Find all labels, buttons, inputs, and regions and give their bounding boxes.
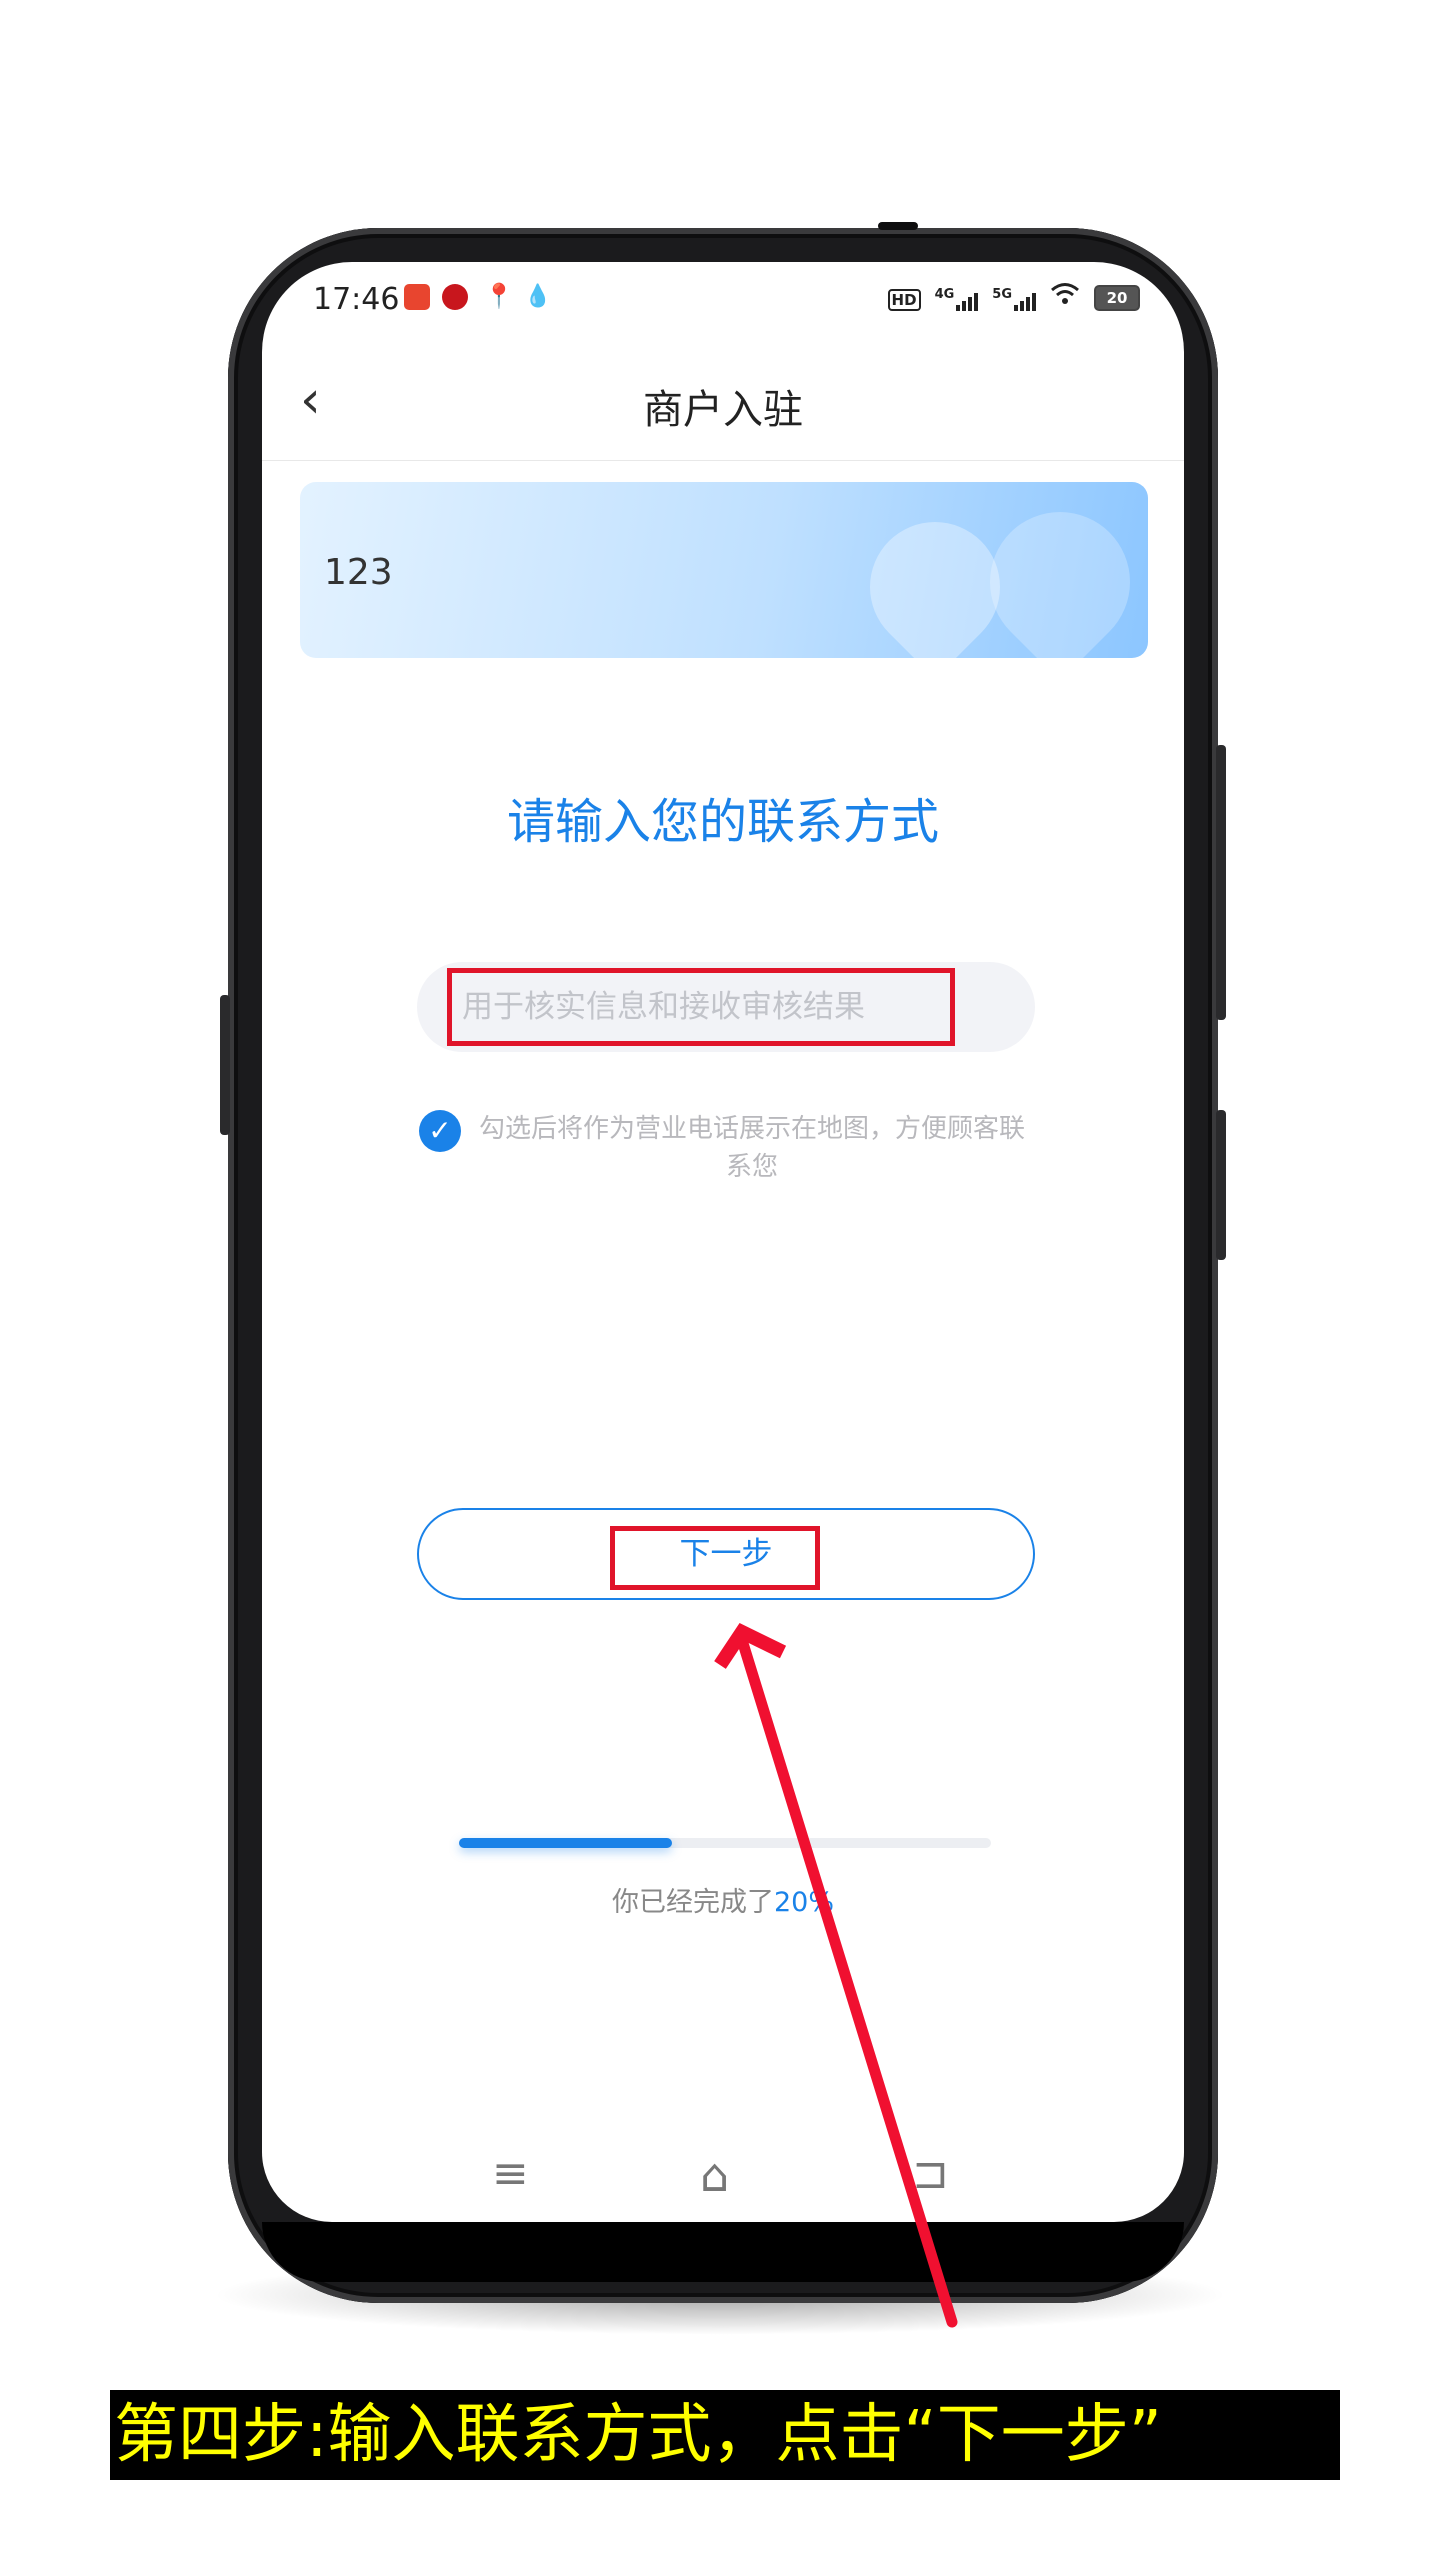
- step-caption: 第四步:输入联系方式，点击“下一步”: [110, 2390, 1340, 2480]
- red-arrow-annotation: [714, 1623, 958, 2328]
